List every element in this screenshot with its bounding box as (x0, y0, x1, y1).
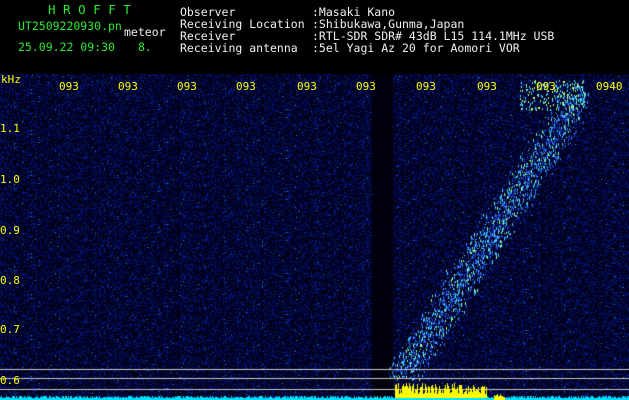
datetime-label: 25.09.22 09:30 (18, 40, 115, 54)
x-tick-5: 093 (297, 80, 317, 93)
x-tick-1: 093 (59, 80, 79, 93)
y-tick-1.1: 1.1 (0, 122, 20, 135)
x-tick-6: 093 (356, 80, 376, 93)
x-tick-10: 0940 (596, 80, 623, 93)
x-tick-4: 093 (236, 80, 256, 93)
y-tick-0.6: 0.6 (0, 374, 20, 387)
antenna-value: :5el Yagi Az 20 for Aomori VOR (312, 41, 520, 55)
y-tick-1.0: 1.0 (0, 173, 20, 186)
filename-label: UT2509220930.pn (18, 19, 122, 33)
x-tick-3: 093 (177, 80, 197, 93)
y-tick-0.8: 0.8 (0, 274, 20, 287)
hrofft-logo: H R O F F T (48, 2, 131, 17)
count-label: 8. (138, 40, 152, 54)
x-tick-8: 093 (477, 80, 497, 93)
x-tick-9: 093 (536, 80, 556, 93)
header-panel: H R O F F T UT2509220930.pn meteor 25.09… (0, 0, 629, 74)
x-tick-7: 093 (416, 80, 436, 93)
spectrogram-canvas (0, 74, 629, 400)
tag-label: meteor (124, 25, 166, 39)
x-tick-2: 093 (118, 80, 138, 93)
y-tick-0.7: 0.7 (0, 323, 20, 336)
y-tick-0.9: 0.9 (0, 224, 20, 237)
antenna-label: Receiving antenna (180, 41, 298, 55)
unit-label: kHz (1, 73, 21, 86)
